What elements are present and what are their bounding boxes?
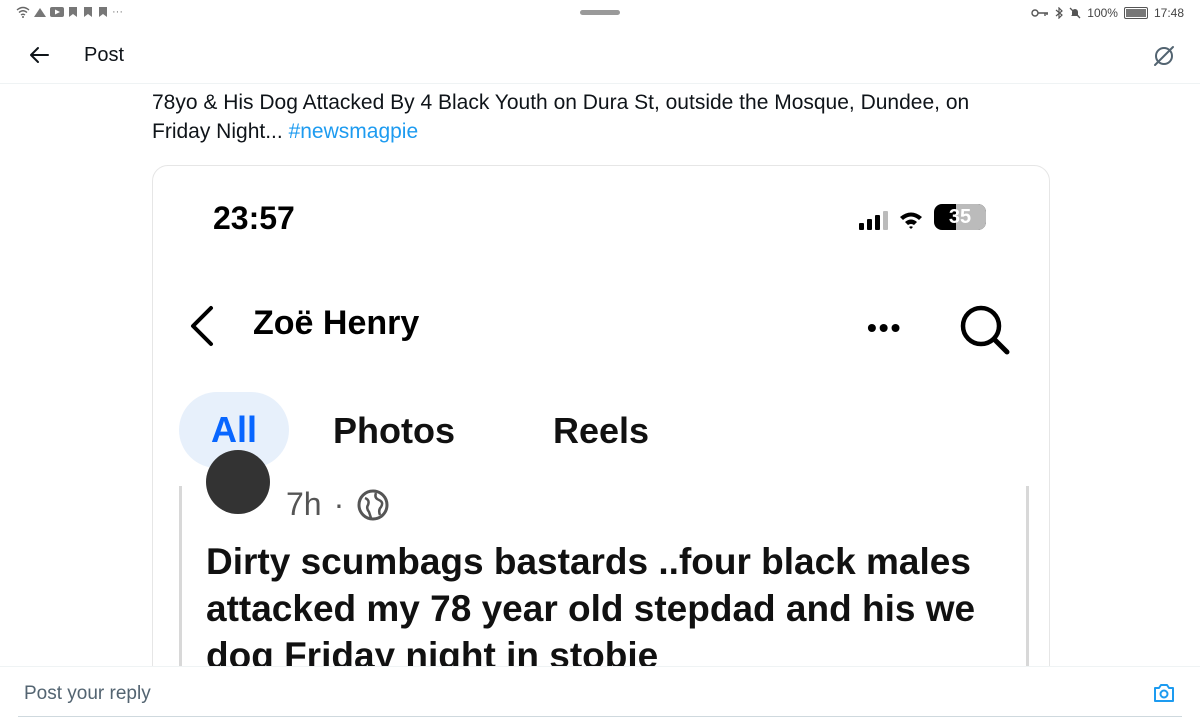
grok-icon	[1154, 46, 1174, 66]
meta-separator: ·	[333, 486, 345, 522]
wifi-icon	[900, 212, 922, 229]
bookmark-icon	[99, 7, 107, 17]
wifi-icon	[16, 6, 30, 18]
post-image[interactable]: 23:57 35 Zoë Henry ••• All Photos Reels …	[152, 165, 1050, 687]
reply-bar: Post your reply	[0, 666, 1200, 721]
phone-status-icons: 35	[859, 204, 986, 230]
camera-icon	[1154, 684, 1174, 702]
back-button[interactable]	[24, 40, 54, 70]
reply-input[interactable]: Post your reply	[24, 683, 151, 705]
globe-icon	[357, 489, 389, 520]
clock: 17:48	[1153, 6, 1184, 20]
app-header: Post	[0, 28, 1200, 84]
status-bar: ··· 100% 17:48	[0, 0, 1200, 28]
phone-battery-icon: 35	[934, 204, 986, 230]
reply-underline	[18, 716, 1182, 717]
tab-reels[interactable]: Reels	[553, 410, 649, 452]
post-body: 78yo & His Dog Attacked By 4 Black Youth…	[152, 91, 970, 143]
fb-post-body: Dirty scumbags bastards ..four black mal…	[206, 541, 976, 676]
youtube-icon	[50, 7, 64, 17]
profile-name: Zoë Henry	[253, 304, 420, 342]
post-meta: 7h ·	[286, 486, 390, 523]
mute-icon	[1069, 7, 1081, 19]
chevron-left-icon[interactable]	[187, 304, 217, 348]
grok-button[interactable]	[1150, 42, 1178, 70]
camera-button[interactable]	[1152, 681, 1176, 705]
tab-photos[interactable]: Photos	[333, 410, 455, 452]
post-text: 78yo & His Dog Attacked By 4 Black Youth…	[152, 88, 1032, 146]
arrow-left-icon	[30, 47, 49, 63]
drag-handle[interactable]	[580, 10, 620, 15]
hashtag-link[interactable]: #newsmagpie	[289, 120, 419, 143]
battery-icon	[1123, 7, 1148, 19]
post-age: 7h	[286, 486, 322, 522]
bookmark-icon	[84, 7, 92, 17]
bluetooth-icon	[1055, 7, 1064, 19]
key-icon	[1031, 9, 1049, 17]
system-icons: 100% 17:48	[1031, 6, 1184, 20]
more-notifications-icon: ···	[112, 6, 123, 18]
page-title: Post	[84, 44, 125, 66]
cellular-signal-icon	[859, 211, 888, 230]
avatar	[206, 450, 270, 514]
bookmark-icon	[69, 7, 77, 17]
search-icon[interactable]	[957, 302, 1013, 358]
battery-percent: 100%	[1087, 6, 1118, 20]
more-options-icon[interactable]: •••	[867, 312, 902, 344]
notification-icons: ···	[16, 6, 123, 18]
phone-clock: 23:57	[213, 200, 295, 236]
fb-post-card: 7h · Dirty scumbags bastards ..four blac…	[179, 450, 1029, 686]
notification-app-icon	[34, 8, 46, 17]
